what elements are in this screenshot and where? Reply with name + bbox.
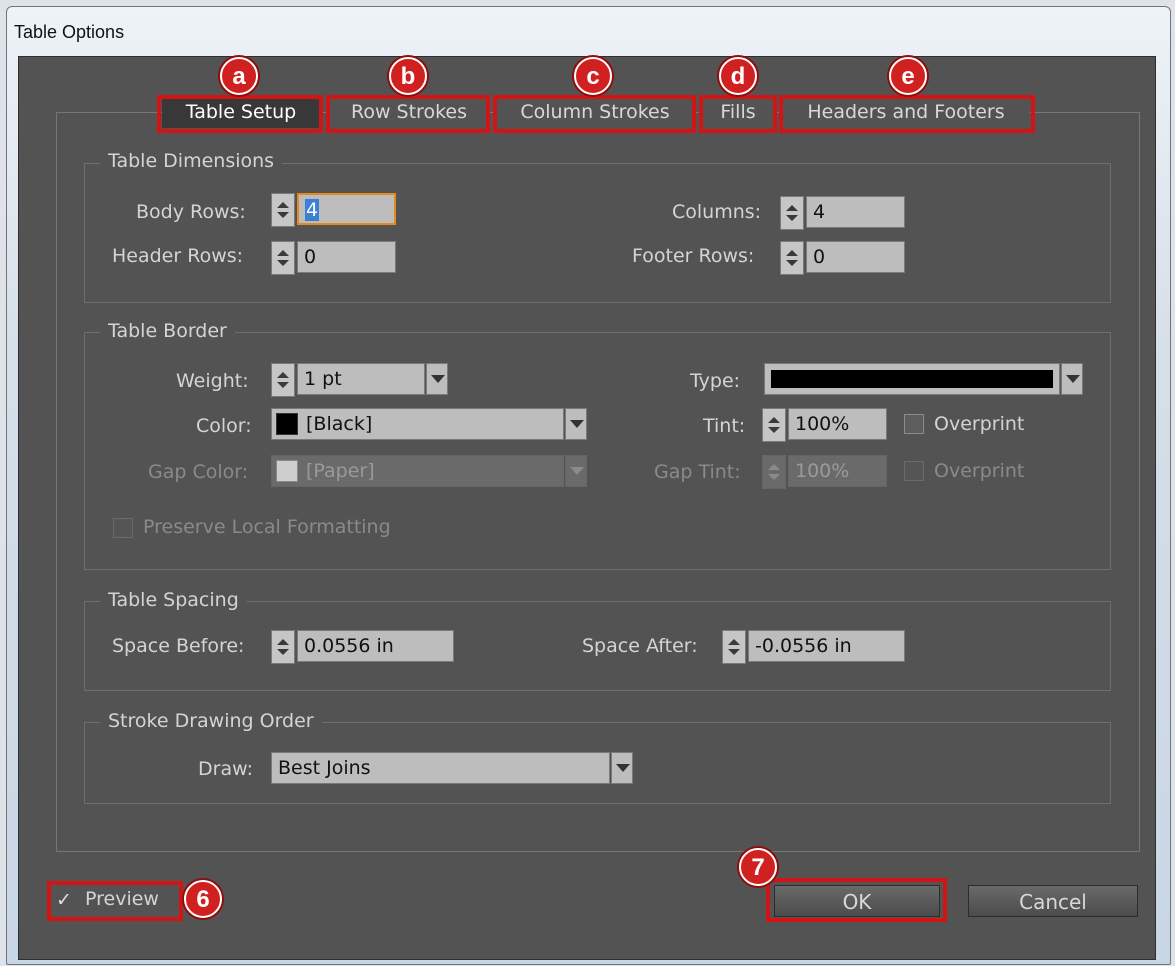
stroke-type-preview bbox=[771, 370, 1053, 388]
tint-input[interactable]: 100% bbox=[788, 408, 887, 440]
body-rows-stepper[interactable] bbox=[271, 193, 295, 227]
annotation-badge-d: d bbox=[719, 57, 757, 95]
annotation-box-b bbox=[326, 95, 490, 133]
gap-color-label: Gap Color: bbox=[148, 461, 249, 483]
window-title: Table Options bbox=[14, 22, 125, 42]
annotation-badge-7: 7 bbox=[739, 848, 777, 886]
gap-color-select[interactable]: [Paper] bbox=[271, 455, 564, 487]
color-label: Color: bbox=[196, 415, 252, 437]
annotation-box-d bbox=[699, 95, 777, 133]
weight-label: Weight: bbox=[176, 370, 249, 392]
table-dimensions-title: Table Dimensions bbox=[100, 150, 283, 172]
annotation-badge-c: c bbox=[574, 57, 612, 95]
type-select[interactable] bbox=[764, 363, 1060, 395]
columns-input[interactable]: 4 bbox=[806, 196, 905, 228]
body-rows-input[interactable]: 4 bbox=[297, 193, 396, 225]
footer-rows-label: Footer Rows: bbox=[632, 245, 755, 267]
type-dropdown-arrow[interactable] bbox=[1061, 363, 1083, 395]
space-before-stepper[interactable] bbox=[271, 630, 295, 664]
annotation-box-e bbox=[779, 95, 1035, 133]
space-after-input[interactable]: -0.0556 in bbox=[748, 630, 905, 662]
annotation-box-a bbox=[157, 95, 323, 133]
annotation-badge-6: 6 bbox=[184, 880, 222, 918]
annotation-badge-a: a bbox=[220, 57, 258, 95]
weight-dropdown-arrow[interactable] bbox=[426, 363, 448, 395]
color-dropdown-arrow[interactable] bbox=[565, 408, 587, 440]
weight-input[interactable]: 1 pt bbox=[297, 363, 425, 395]
annotation-box-ok bbox=[766, 878, 947, 922]
type-label: Type: bbox=[690, 370, 741, 392]
preview-checkbox[interactable]: ✓ bbox=[56, 890, 76, 910]
tint-label: Tint: bbox=[703, 415, 746, 437]
footer-rows-stepper[interactable] bbox=[780, 241, 804, 275]
header-rows-input[interactable]: 0 bbox=[297, 241, 396, 273]
columns-label: Columns: bbox=[672, 201, 762, 223]
cancel-button[interactable]: Cancel bbox=[968, 885, 1138, 917]
preview-label: Preview bbox=[85, 888, 159, 910]
space-after-label: Space After: bbox=[582, 635, 698, 657]
space-after-stepper[interactable] bbox=[722, 630, 746, 664]
header-rows-stepper[interactable] bbox=[271, 241, 295, 275]
table-border-title: Table Border bbox=[100, 320, 235, 342]
table-spacing-title: Table Spacing bbox=[100, 589, 247, 611]
preserve-formatting-checkbox[interactable] bbox=[113, 518, 133, 538]
gap-overprint-checkbox[interactable] bbox=[904, 461, 924, 481]
draw-select[interactable]: Best Joins bbox=[271, 752, 610, 784]
gap-color-dropdown-arrow[interactable] bbox=[565, 455, 587, 487]
gap-tint-stepper[interactable] bbox=[762, 455, 786, 489]
table-dimensions-group bbox=[84, 163, 1111, 303]
columns-stepper[interactable] bbox=[780, 196, 804, 230]
body-rows-value: 4 bbox=[305, 199, 320, 221]
footer-rows-input[interactable]: 0 bbox=[806, 241, 905, 273]
annotation-badge-e: e bbox=[889, 57, 927, 95]
paper-swatch bbox=[276, 460, 298, 482]
gap-tint-label: Gap Tint: bbox=[654, 461, 741, 483]
draw-dropdown-arrow[interactable] bbox=[611, 752, 633, 784]
annotation-box-c bbox=[493, 95, 696, 133]
space-before-input[interactable]: 0.0556 in bbox=[297, 630, 454, 662]
stroke-order-title: Stroke Drawing Order bbox=[100, 710, 322, 732]
space-before-label: Space Before: bbox=[112, 635, 245, 657]
body-rows-label: Body Rows: bbox=[136, 201, 246, 223]
gap-tint-input[interactable]: 100% bbox=[788, 455, 887, 487]
annotation-badge-b: b bbox=[389, 57, 427, 95]
color-select[interactable]: [Black] bbox=[271, 408, 564, 440]
tint-stepper[interactable] bbox=[762, 408, 786, 442]
overprint-label: Overprint bbox=[934, 413, 1025, 435]
header-rows-label: Header Rows: bbox=[112, 245, 244, 267]
draw-label: Draw: bbox=[198, 758, 253, 780]
checkmark-icon: ✓ bbox=[56, 889, 72, 911]
weight-stepper[interactable] bbox=[271, 363, 295, 397]
preserve-formatting-label: Preserve Local Formatting bbox=[143, 516, 391, 538]
black-swatch bbox=[276, 413, 298, 435]
overprint-checkbox[interactable] bbox=[904, 414, 924, 434]
gap-overprint-label: Overprint bbox=[934, 460, 1025, 482]
